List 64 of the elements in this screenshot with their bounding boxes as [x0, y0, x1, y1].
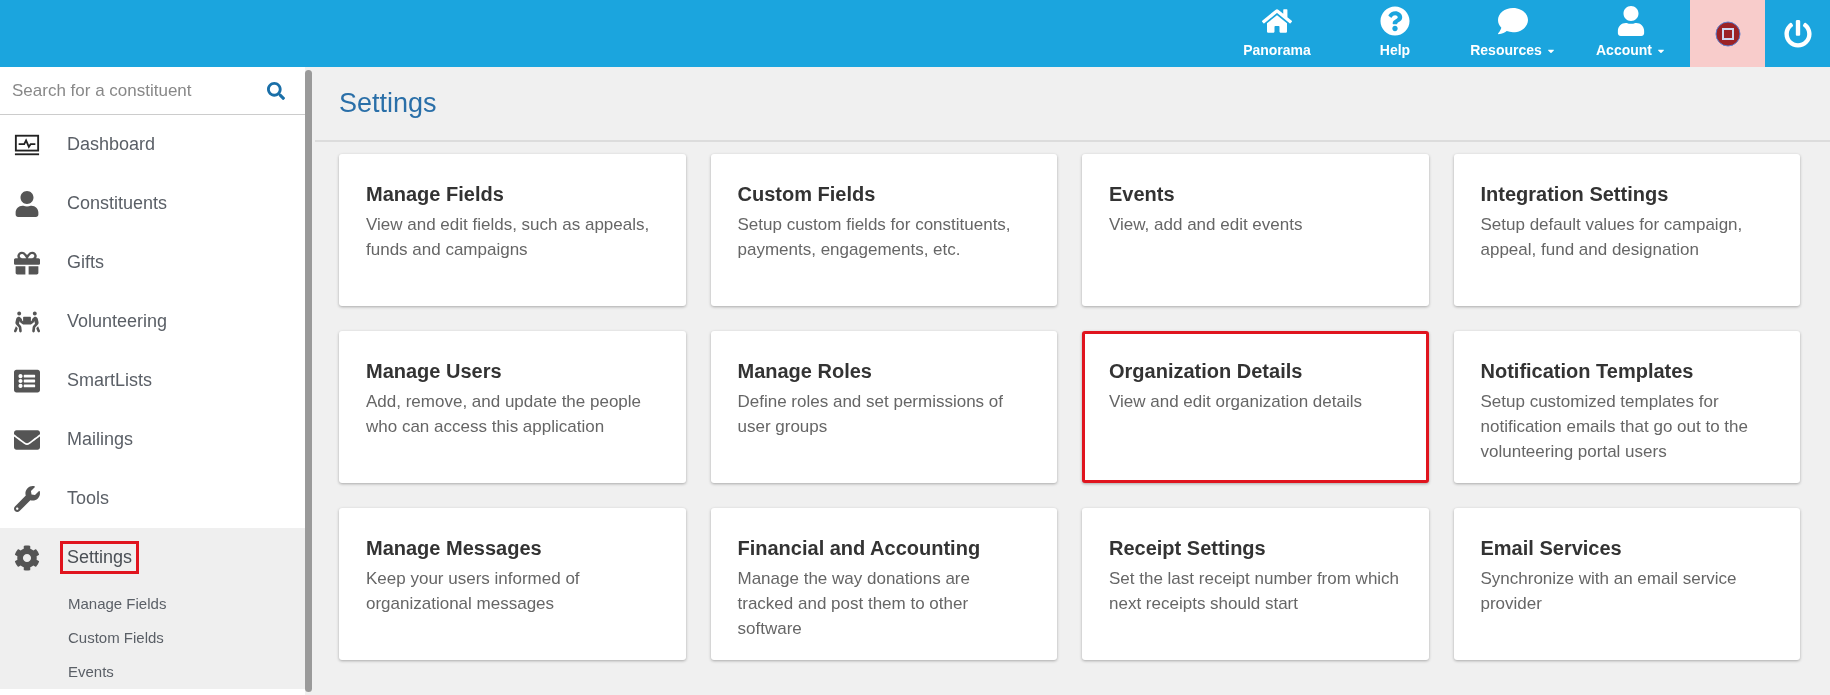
- card-title: Events: [1109, 182, 1176, 207]
- card-title: Integration Settings: [1480, 182, 1670, 207]
- card-title: Email Services: [1480, 536, 1623, 561]
- card-description: Setup customized templates for notification emails that go out to the volunteering portal users: [1480, 391, 1749, 463]
- card-description: Synchronize with an email service provider: [1480, 568, 1738, 615]
- settings-card[interactable]: Manage Messages Keep your users informed of organizational messages: [339, 508, 686, 660]
- settings-card[interactable]: Events View, add and edit events: [1082, 154, 1429, 306]
- settings-card[interactable]: Email Services Synchronize with an email service provider: [1453, 508, 1800, 660]
- nav-label: Tools: [66, 487, 111, 510]
- settings-card[interactable]: Organization Details View and edit organization details: [1082, 331, 1429, 483]
- home-icon: [1262, 6, 1292, 36]
- nav-label: Constituents: [66, 192, 169, 215]
- card-description: Setup default values for campaign, appeal, fund and designation: [1480, 214, 1744, 261]
- nav-label: Gifts: [66, 251, 105, 274]
- wrench-icon: [14, 485, 40, 512]
- nav-label: Volunteering: [66, 310, 169, 333]
- card-title: Custom Fields: [737, 182, 877, 207]
- search-field[interactable]: Search for a constituent: [12, 77, 267, 104]
- sub-nav-item[interactable]: Events: [0, 655, 305, 689]
- card-description: View and edit fields, such as appeals, funds and campaigns: [366, 214, 651, 261]
- nav-label: Settings: [60, 541, 140, 574]
- nav-item[interactable]: Settings: [0, 528, 305, 587]
- power-icon: [1783, 19, 1812, 48]
- settings-card[interactable]: Manage Users Add, remove, and update the people who can access this application: [339, 331, 686, 483]
- scrollbar[interactable]: [305, 70, 312, 692]
- card-title: Manage Fields: [366, 182, 505, 207]
- card-title: Receipt Settings: [1109, 536, 1267, 561]
- stop-icon: [1714, 20, 1741, 47]
- card-description: Keep your users informed of organizational messages: [366, 568, 581, 615]
- nav-label: SmartLists: [66, 369, 154, 392]
- settings-card[interactable]: Custom Fields Setup custom fields for constituents, payments, engagements, etc.: [710, 154, 1057, 306]
- card-title: Financial and Accounting: [737, 536, 982, 561]
- settings-card[interactable]: Integration Settings Setup default values for campaign, appeal, fund and designation: [1453, 154, 1800, 306]
- card-description: Manage the way donations are tracked and post them to other software: [737, 568, 971, 640]
- nav-label: Mailings: [66, 428, 135, 451]
- settings-card[interactable]: Financial and Accounting Manage the way donations are tracked and post them to other software: [710, 508, 1057, 660]
- person-icon: [14, 190, 40, 217]
- card-description: View, add and edit events: [1109, 214, 1304, 236]
- card-title: Organization Details: [1109, 359, 1304, 384]
- card-description: Add, remove, and update the people who can access this application: [366, 391, 643, 438]
- sub-nav-item[interactable]: Manage Fields: [0, 587, 305, 621]
- list-icon: [14, 367, 40, 394]
- settings-card[interactable]: Manage Fields View and edit fields, such as appeals, funds and campaigns: [339, 154, 686, 306]
- card-title: Notification Templates: [1480, 359, 1695, 384]
- user-icon: [1616, 6, 1646, 36]
- settings-card[interactable]: Notification Templates Setup customized templates for notification emails that go out to the volunteering portal users: [1453, 331, 1800, 483]
- card-description: Setup custom fields for constituents, payments, engagements, etc.: [737, 214, 1012, 261]
- card-title: Manage Users: [366, 359, 503, 384]
- record-button[interactable]: [1690, 0, 1765, 67]
- card-title: Manage Roles: [737, 359, 873, 384]
- card-description: View and edit organization details: [1109, 391, 1363, 413]
- card-title: Manage Messages: [366, 536, 543, 561]
- search-icon: [267, 81, 285, 100]
- card-description: Define roles and set permissions of user groups: [737, 391, 1005, 438]
- sub-nav-item[interactable]: Custom Fields: [0, 621, 305, 655]
- nav-label: Dashboard: [66, 133, 157, 156]
- gift-icon: [14, 249, 40, 276]
- speech-bubble-icon: [1498, 6, 1528, 36]
- card-description: Set the last receipt number from which next receipts should start: [1109, 568, 1401, 615]
- help-icon: [1380, 6, 1410, 36]
- page-title: Settings: [315, 67, 1830, 142]
- settings-card[interactable]: Manage Roles Define roles and set permissions of user groups: [710, 331, 1057, 483]
- gear-icon: [14, 544, 40, 571]
- settings-card[interactable]: Receipt Settings Set the last receipt number from which next receipts should start: [1082, 508, 1429, 660]
